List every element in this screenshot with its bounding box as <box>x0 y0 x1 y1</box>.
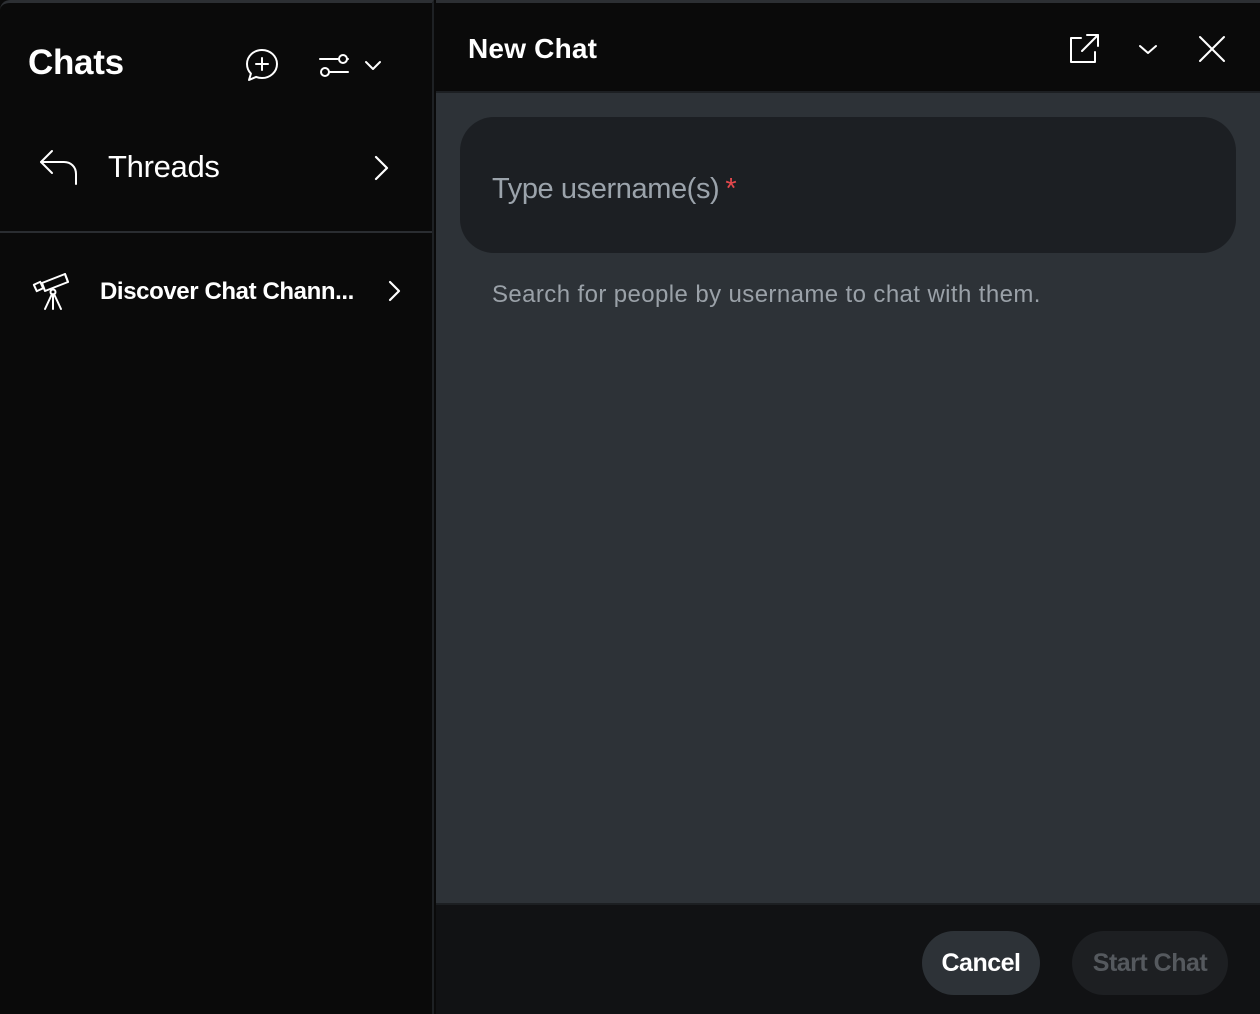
chevron-down-icon <box>1139 45 1157 54</box>
discover-channels-label: Discover Chat Chann... <box>100 278 354 305</box>
back-arrow-icon <box>40 150 77 185</box>
chat-window: Chats Threads Discover Chat Chann... New… <box>0 0 1260 1014</box>
username-input[interactable]: Type username(s) * <box>460 117 1236 253</box>
new-chat-button[interactable] <box>240 43 284 87</box>
panel-header: New Chat <box>436 3 1260 93</box>
sidebar-title: Chats <box>28 43 124 82</box>
chevron-down-icon <box>365 61 381 70</box>
panel-title: New Chat <box>468 33 598 64</box>
chevron-right-icon <box>388 280 401 302</box>
popout-button[interactable] <box>1064 29 1104 69</box>
filter-menu-button[interactable] <box>310 43 390 87</box>
cancel-button[interactable]: Cancel <box>922 931 1040 995</box>
chevron-right-icon <box>374 155 389 181</box>
required-marker: * <box>725 173 737 205</box>
telescope-icon <box>32 273 69 310</box>
chats-sidebar: Chats Threads Discover Chat Chann... <box>0 0 434 1014</box>
start-chat-button[interactable]: Start Chat <box>1072 931 1228 995</box>
search-hint: Search for people by username to chat wi… <box>492 281 1041 308</box>
filter-icon <box>319 54 349 77</box>
external-link-icon <box>1070 34 1099 63</box>
close-icon <box>1199 36 1225 62</box>
close-button[interactable] <box>1192 29 1232 69</box>
new-chat-icon <box>246 49 278 81</box>
panel-footer: Cancel Start Chat <box>436 903 1260 1014</box>
discover-channels-item[interactable]: Discover Chat Chann... <box>0 258 432 324</box>
threads-nav-item[interactable]: Threads <box>0 123 432 233</box>
collapse-button[interactable] <box>1130 31 1166 67</box>
threads-label: Threads <box>108 149 220 184</box>
new-chat-panel: New Chat Type username(s) * Search for p… <box>436 0 1260 1014</box>
sidebar-header: Chats <box>0 3 434 123</box>
username-placeholder: Type username(s) * <box>492 173 737 205</box>
